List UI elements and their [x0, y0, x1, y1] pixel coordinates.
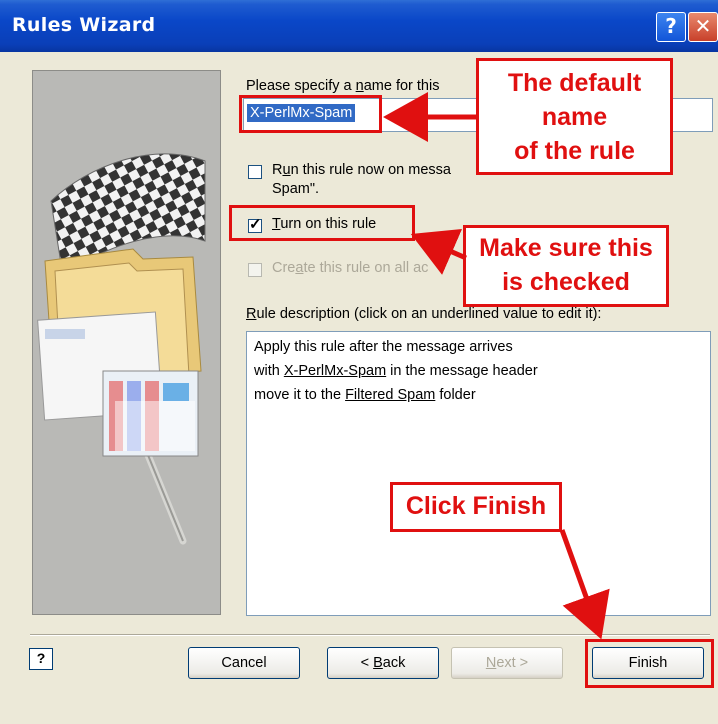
next-button: Next >	[451, 647, 563, 679]
title-bar[interactable]: Rules Wizard ? ✕	[0, 0, 718, 52]
rule-description-box: Apply this rule after the message arrive…	[246, 331, 711, 616]
rule-name-label: Please specify a name for this	[246, 78, 440, 94]
checkered-flag-folders-illustration	[37, 153, 206, 545]
click-finish-callout: Click Finish	[390, 482, 562, 532]
default-name-callout: The default name of the rule	[476, 58, 673, 175]
run-rule-now-label[interactable]: Run this rule now on messa	[272, 162, 451, 178]
back-button[interactable]: < Back	[327, 647, 439, 679]
folder-link[interactable]: Filtered Spam	[345, 387, 435, 403]
cancel-button[interactable]: Cancel	[188, 647, 300, 679]
finish-highlight-box	[585, 639, 714, 688]
help-icon[interactable]: ?	[29, 648, 53, 670]
create-rule-all-label: Create this rule on all ac	[272, 260, 429, 276]
help-icon[interactable]: ?	[656, 12, 686, 42]
description-line: move it to the Filtered Spam folder	[254, 387, 476, 403]
footer-divider	[30, 634, 710, 636]
header-value-link[interactable]: X-PerlMx-Spam	[284, 363, 386, 379]
checkbox-highlight-box	[229, 205, 415, 241]
run-rule-now-label-line2: Spam".	[272, 181, 320, 197]
arrow-to-checkbox	[410, 229, 467, 275]
close-icon[interactable]: ✕	[688, 12, 718, 42]
make-sure-callout: Make sure this is checked	[463, 225, 669, 307]
description-line: Apply this rule after the message arrive…	[254, 339, 513, 355]
window-title: Rules Wizard	[12, 14, 156, 36]
rule-description-label: Rule description (click on an underlined…	[246, 306, 602, 322]
wizard-illustration	[32, 70, 221, 615]
name-highlight-box	[239, 95, 382, 133]
run-rule-now-checkbox[interactable]	[248, 165, 262, 179]
rules-wizard-window: Rules Wizard ? ✕ Please specify a name f…	[0, 0, 718, 724]
description-line: with X-PerlMx-Spam in the message header	[254, 363, 538, 379]
create-rule-all-checkbox	[248, 263, 262, 277]
